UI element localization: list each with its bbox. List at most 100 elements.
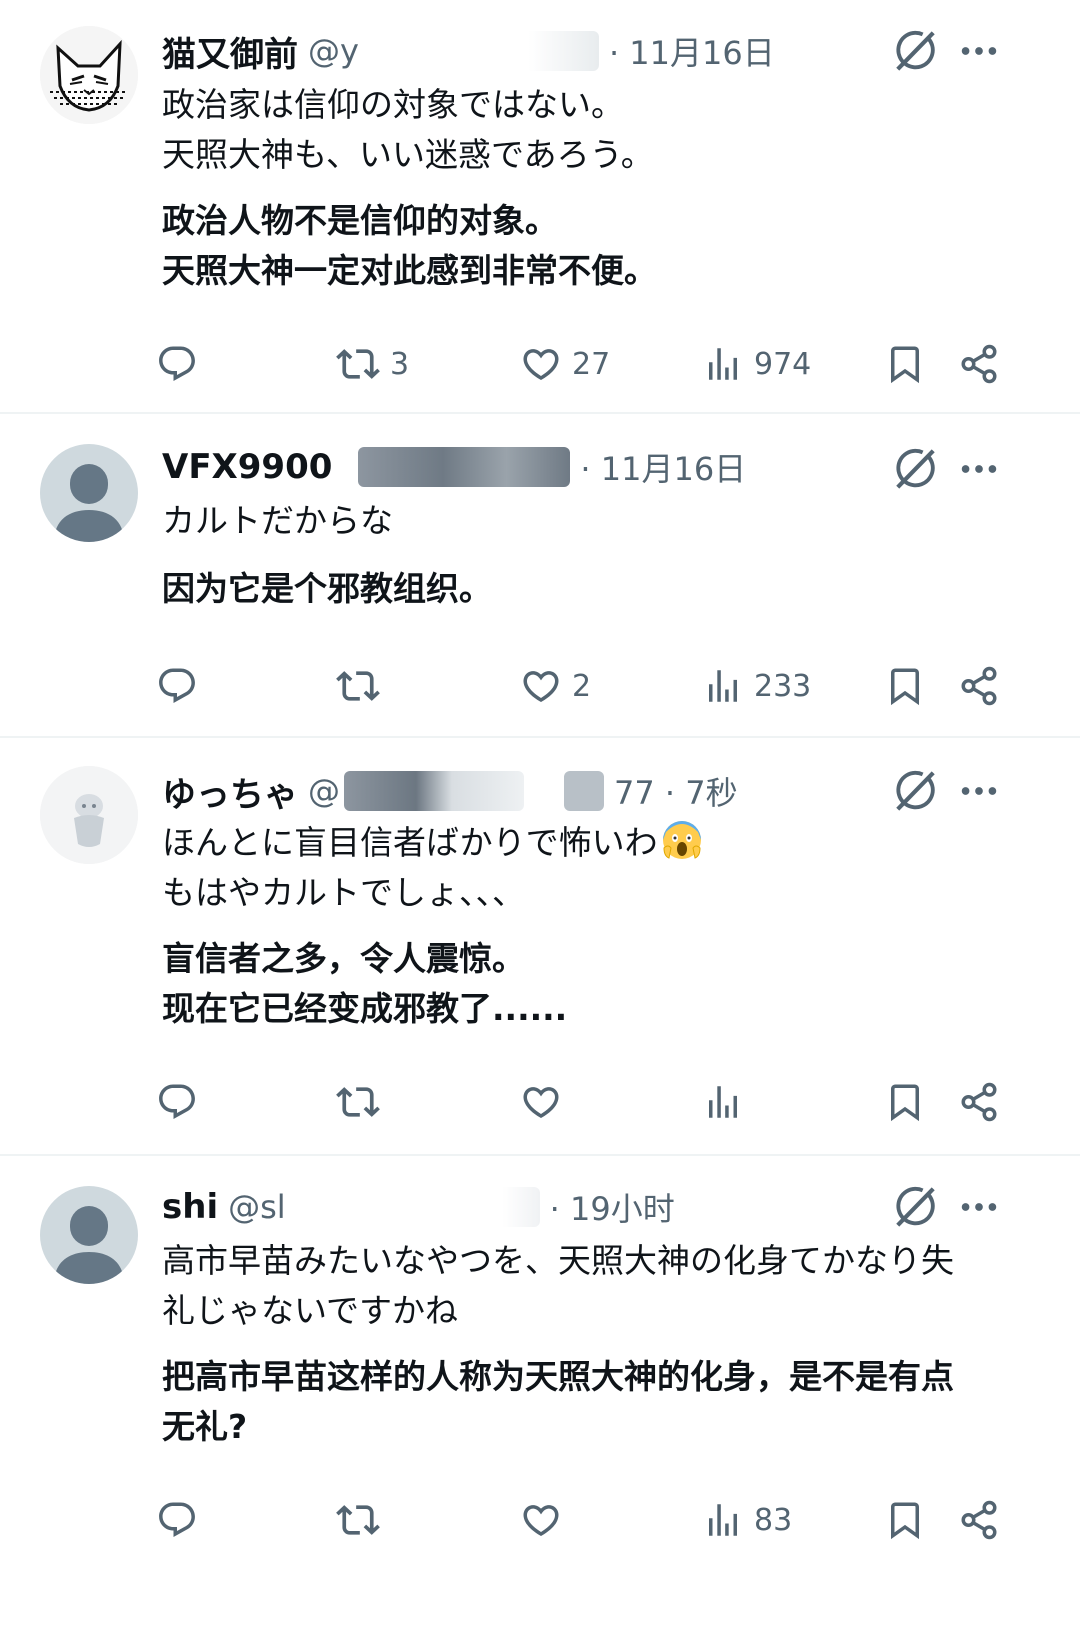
share-button[interactable] <box>958 1490 1000 1550</box>
bookmark-icon <box>891 1502 919 1540</box>
user-handle[interactable]: @ <box>308 772 340 810</box>
views-icon <box>709 348 737 380</box>
bookmark-button[interactable] <box>884 1072 926 1132</box>
bookmark-icon <box>891 1084 919 1122</box>
heart-icon <box>523 671 559 703</box>
post-header: 猫又御前 @y · 11月16日 <box>162 26 775 76</box>
translation-text: 政治人物不是信仰的对象。 天照大神一定对此感到非常不便。 <box>162 201 657 290</box>
grok-icon[interactable] <box>892 768 938 814</box>
action-bar <box>0 1072 1080 1132</box>
bookmark-button[interactable] <box>884 656 926 716</box>
translation-text: 把高市早苗这样的人称为天照大神的化身，是不是有点 无礼? <box>162 1357 954 1446</box>
bookmark-icon <box>891 346 919 384</box>
display-name[interactable]: VFX9900 <box>162 447 332 487</box>
user-handle[interactable]: @y <box>308 32 359 70</box>
grok-icon[interactable] <box>892 446 938 492</box>
like-button[interactable]: 2 <box>520 656 591 716</box>
redaction-mask <box>344 771 524 811</box>
bookmark-button[interactable] <box>884 334 926 394</box>
heart-icon <box>523 1087 559 1119</box>
more-icon[interactable] <box>956 768 1002 814</box>
reply-button[interactable] <box>156 1490 208 1550</box>
view-count: 83 <box>754 1502 793 1538</box>
display-name[interactable]: 猫又御前 <box>162 27 298 76</box>
share-button[interactable] <box>958 656 1000 716</box>
repost-icon <box>336 671 380 701</box>
repost-icon <box>336 349 380 379</box>
reply-icon <box>159 668 195 703</box>
post-time[interactable]: · 11月16日 <box>609 28 775 74</box>
user-handle[interactable]: @sl <box>228 1188 286 1226</box>
redaction-mask <box>564 771 604 811</box>
redaction-mask <box>358 447 571 487</box>
bookmark-button[interactable] <box>884 1490 926 1550</box>
post-2[interactable]: VFX9900 · 11月16日 カルトだからな 因为它是个邪教组织。 2 23… <box>0 414 1080 736</box>
repost-icon <box>336 1087 380 1117</box>
more-icon[interactable] <box>956 28 1002 74</box>
post-3[interactable]: ゆっちゃ @ 77 · 7秒 ほんとに盲目信者ばかりで怖いわ もはやカルトでしょ… <box>0 738 1080 1154</box>
action-bar: 83 <box>0 1490 1080 1550</box>
post-time[interactable]: · 19小时 <box>550 1184 675 1230</box>
views-button[interactable]: 974 <box>702 334 811 394</box>
more-icon[interactable] <box>956 446 1002 492</box>
view-count: 233 <box>754 668 812 704</box>
post-text-line: もはやカルトでしょ、、、 <box>162 873 525 912</box>
reply-icon <box>159 346 195 381</box>
reply-icon <box>159 1502 195 1537</box>
like-button[interactable] <box>520 1072 572 1132</box>
repost-icon <box>336 1505 380 1535</box>
views-button[interactable] <box>702 1072 754 1132</box>
screaming-face-emoji-icon <box>662 821 701 859</box>
post-time[interactable]: 77 · 7秒 <box>614 768 738 814</box>
reply-button[interactable] <box>156 334 208 394</box>
avatar-default[interactable] <box>40 444 138 542</box>
translation-text: 因为它是个邪教组织。 <box>162 569 492 608</box>
views-icon <box>709 670 737 702</box>
post-text-japanese: カルトだからな <box>162 501 393 540</box>
like-button[interactable] <box>520 1490 572 1550</box>
avatar-figure[interactable] <box>40 766 138 864</box>
bookmark-icon <box>891 668 919 706</box>
reply-button[interactable] <box>156 656 208 716</box>
display-name[interactable]: ゆっちゃ <box>162 767 298 816</box>
reply-icon <box>159 1084 195 1119</box>
grok-icon[interactable] <box>892 28 938 74</box>
action-bar: 3 27 974 <box>0 334 1080 394</box>
more-icon[interactable] <box>956 1184 1002 1230</box>
repost-button[interactable] <box>336 1490 390 1550</box>
grok-icon[interactable] <box>892 1184 938 1230</box>
views-button[interactable]: 83 <box>702 1490 792 1550</box>
translation-text: 盲信者之多，令人震惊。 现在它已经变成邪教了...... <box>162 939 568 1028</box>
post-4[interactable]: shi @sl · 19小时 高市早苗みたいなやつを、天照大神の化身てかなり失 … <box>0 1156 1080 1626</box>
like-count: 2 <box>572 668 592 704</box>
action-bar: 2 233 <box>0 656 1080 716</box>
post-header: shi @sl · 19小时 <box>162 1182 675 1232</box>
display-name[interactable]: shi <box>162 1187 218 1227</box>
repost-count: 3 <box>390 346 410 382</box>
heart-icon <box>523 349 559 381</box>
post-text-line: ほんとに盲目信者ばかりで怖いわ <box>162 823 658 862</box>
post-header: ゆっちゃ @ 77 · 7秒 <box>162 766 738 816</box>
avatar-cat[interactable] <box>40 26 138 124</box>
post-text-japanese: 政治家は信仰の対象ではない。 天照大神も、いい迷惑であろう。 <box>162 85 654 174</box>
post-text-japanese: 高市早苗みたいなやつを、天照大神の化身てかなり失 礼じゃないですかね <box>162 1241 954 1330</box>
post-time[interactable]: · 11月16日 <box>580 444 746 490</box>
share-button[interactable] <box>958 1072 1000 1132</box>
share-icon <box>961 666 997 706</box>
reply-button[interactable] <box>156 1072 208 1132</box>
redaction-mask <box>289 1187 540 1227</box>
repost-button[interactable] <box>336 656 390 716</box>
repost-button[interactable] <box>336 1072 390 1132</box>
repost-button[interactable]: 3 <box>336 334 409 394</box>
like-count: 27 <box>572 346 611 382</box>
like-button[interactable]: 27 <box>520 334 610 394</box>
views-icon <box>709 1086 737 1118</box>
share-icon <box>961 1500 997 1540</box>
share-button[interactable] <box>958 334 1000 394</box>
views-icon <box>709 1504 737 1536</box>
post-1[interactable]: 猫又御前 @y · 11月16日 政治家は信仰の対象ではない。 天照大神も、いい… <box>0 0 1080 414</box>
heart-icon <box>523 1505 559 1537</box>
view-count: 974 <box>754 346 812 382</box>
avatar-default[interactable] <box>40 1186 138 1284</box>
views-button[interactable]: 233 <box>702 656 811 716</box>
